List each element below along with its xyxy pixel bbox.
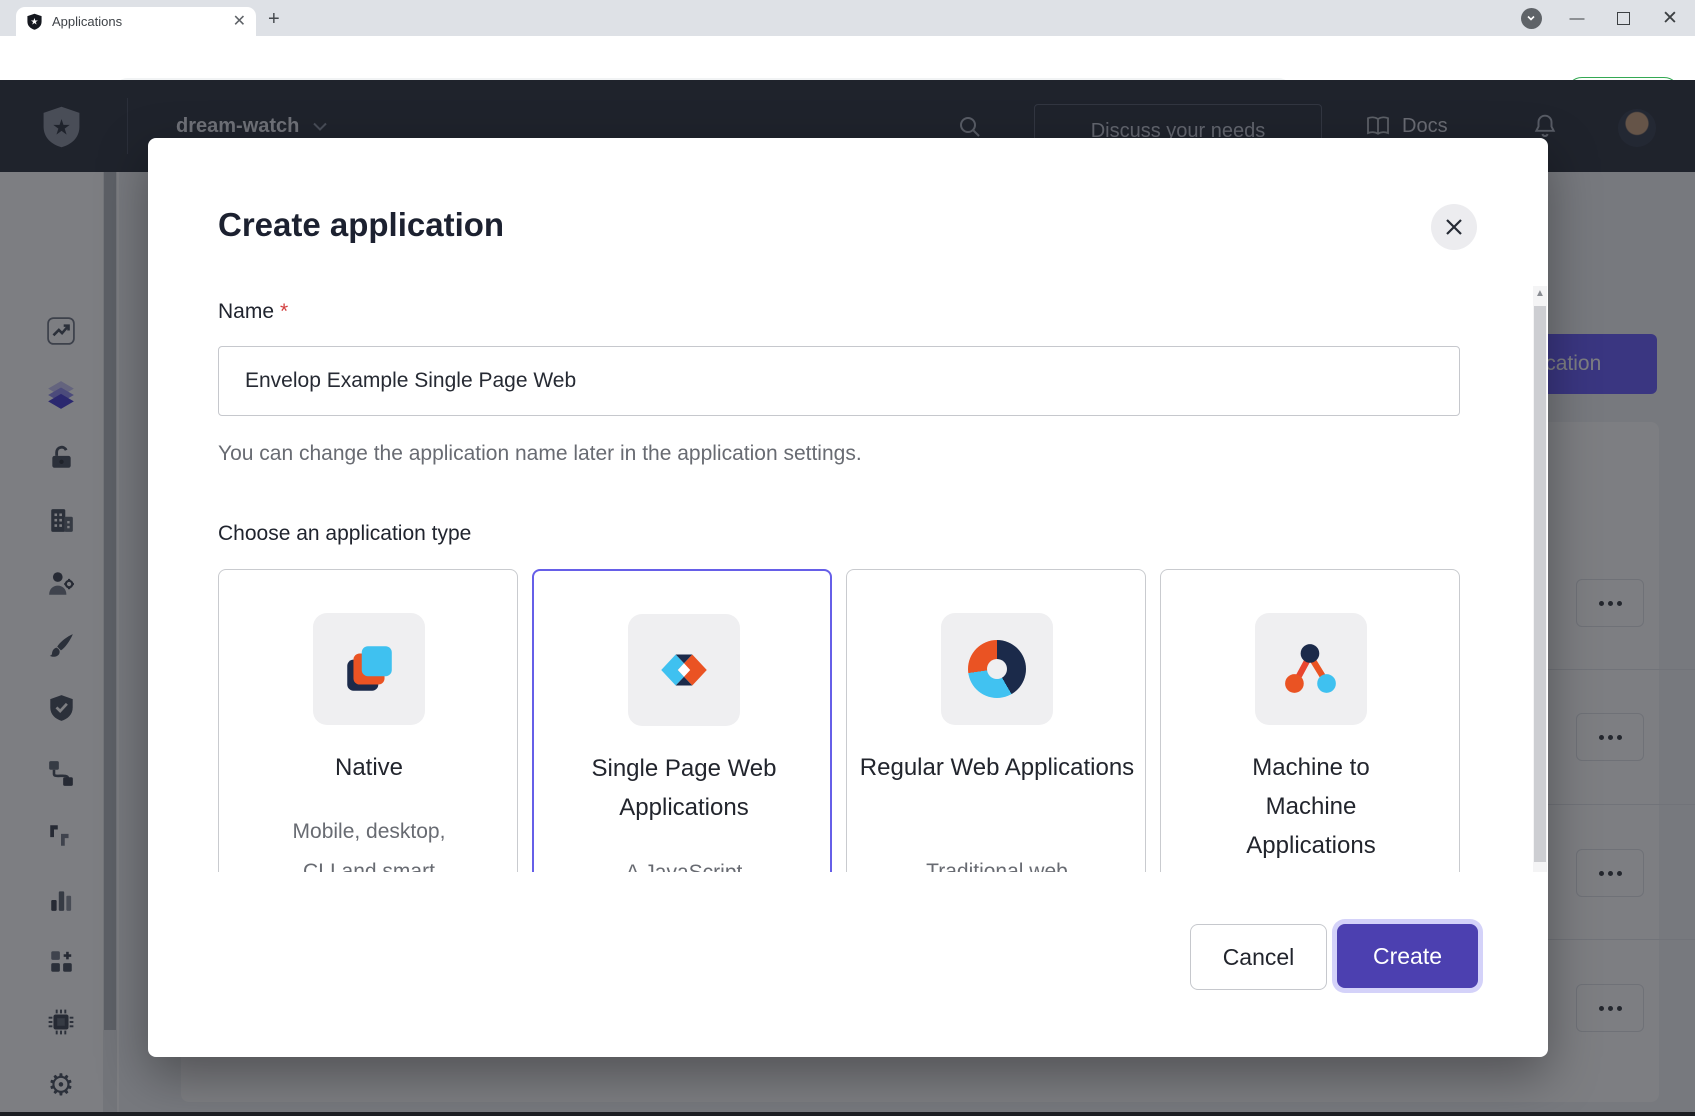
- window-minimize-button[interactable]: —: [1554, 0, 1600, 36]
- name-label: Name*: [218, 300, 288, 324]
- window-maximize-button[interactable]: [1600, 0, 1646, 36]
- browser-tab-applications[interactable]: ★ Applications ✕: [16, 7, 256, 36]
- auth0-favicon-icon: ★: [26, 13, 43, 30]
- browser-titlebar: ★ Applications ✕ + — ✕: [0, 0, 1695, 36]
- modal-body: Name* You can change the application nam…: [148, 270, 1534, 872]
- card-title: Native: [229, 748, 509, 787]
- app-type-card-m2m[interactable]: Machine to Machine Applications: [1160, 569, 1460, 872]
- browser-toolbar: ← → ⟳ manage.auth0.com/dashboard/eu/drea…: [0, 36, 1695, 80]
- spa-app-icon: [628, 614, 740, 726]
- create-button[interactable]: Create: [1337, 924, 1478, 988]
- tab-title: Applications: [52, 14, 233, 29]
- card-title: Machine to Machine Applications: [1171, 748, 1451, 865]
- native-app-icon: [313, 613, 425, 725]
- window-bottom-edge: [0, 1112, 1695, 1116]
- new-tab-button[interactable]: +: [268, 8, 280, 31]
- scroll-up-arrow-icon[interactable]: ▲: [1533, 288, 1547, 299]
- modal-scrollbar[interactable]: [1533, 286, 1547, 872]
- card-description: A JavaScript: [544, 853, 824, 872]
- browser-profile-chevron[interactable]: [1508, 0, 1554, 36]
- application-type-label: Choose an application type: [218, 522, 471, 546]
- cancel-button[interactable]: Cancel: [1190, 924, 1327, 990]
- svg-text:★: ★: [30, 17, 38, 27]
- app-type-card-spa[interactable]: Single Page Web Applications A JavaScrip…: [532, 569, 832, 872]
- m2m-app-icon: [1255, 613, 1367, 725]
- modal-scrollbar-thumb[interactable]: [1534, 306, 1546, 862]
- create-application-modal: Create application Name* You can change …: [148, 138, 1548, 1057]
- window-close-button[interactable]: ✕: [1647, 0, 1693, 36]
- name-helper-text: You can change the application name late…: [218, 442, 862, 466]
- card-title: Single Page Web Applications: [544, 749, 824, 827]
- card-description: Traditional web: [857, 852, 1137, 872]
- app-type-card-regular-web[interactable]: Regular Web Applications Traditional web: [846, 569, 1146, 872]
- card-description: Mobile, desktop, CLI and smart: [229, 812, 509, 872]
- modal-title: Create application: [218, 206, 504, 244]
- modal-close-button[interactable]: [1431, 204, 1477, 250]
- card-title: Regular Web Applications: [857, 748, 1137, 787]
- regular-web-app-icon: [941, 613, 1053, 725]
- application-name-input[interactable]: [218, 346, 1460, 416]
- required-asterisk: *: [280, 300, 288, 323]
- tab-close-icon[interactable]: ✕: [233, 14, 246, 30]
- app-type-card-native[interactable]: Native Mobile, desktop, CLI and smart: [218, 569, 518, 872]
- close-icon: [1444, 217, 1464, 237]
